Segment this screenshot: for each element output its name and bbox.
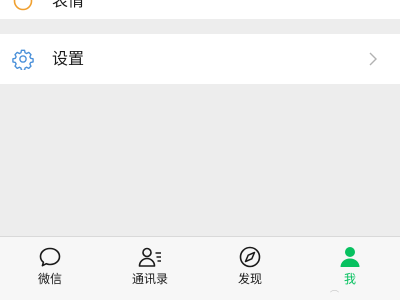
emoji-icon xyxy=(13,0,33,11)
person-icon xyxy=(340,247,360,267)
compass-icon xyxy=(239,246,261,268)
tab-chats-label: 微信 xyxy=(37,272,62,286)
emoji-row-label: 表情 xyxy=(52,0,85,10)
tab-me-label: 我 xyxy=(343,272,356,286)
tab-chats[interactable]: 微信 xyxy=(0,237,100,300)
tab-me[interactable]: 我 xyxy=(300,237,400,300)
emoji-row[interactable]: 表情 xyxy=(0,0,400,19)
tab-discover[interactable]: 发现 xyxy=(200,237,300,300)
settings-row-label: 设置 xyxy=(52,49,85,68)
gear-icon xyxy=(12,49,34,70)
bottom-tab-bar: 微信 通讯录 发现 我 xyxy=(0,236,400,300)
chevron-right-icon xyxy=(369,52,377,66)
chat-bubble-icon xyxy=(39,247,61,267)
tab-contacts[interactable]: 通讯录 xyxy=(100,237,200,300)
tab-discover-label: 发现 xyxy=(237,272,262,286)
me-screen: 表情 设置 微信 通讯录 发现 我 ⌒ xyxy=(0,0,400,300)
settings-row[interactable]: 设置 xyxy=(0,34,400,84)
contacts-icon xyxy=(138,247,161,267)
watermark-mark: ⌒ xyxy=(330,291,340,300)
tab-contacts-label: 通讯录 xyxy=(131,272,168,286)
